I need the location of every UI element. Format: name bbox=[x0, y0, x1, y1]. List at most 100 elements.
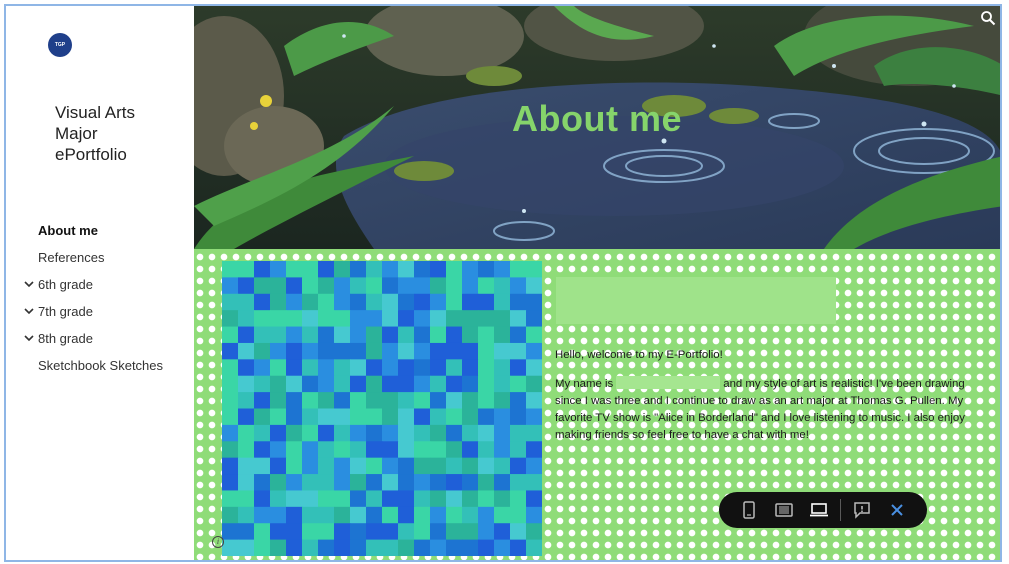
mosaic-tile bbox=[254, 375, 271, 393]
mosaic-tile bbox=[318, 457, 335, 475]
mosaic-tile bbox=[254, 408, 271, 426]
mosaic-tile bbox=[302, 441, 319, 459]
mosaic-tile bbox=[318, 310, 335, 328]
sidebar: TGP Visual Arts Major ePortfolio About m… bbox=[6, 6, 194, 560]
mosaic-tile bbox=[222, 326, 239, 344]
desktop-view-icon[interactable] bbox=[801, 496, 836, 524]
mosaic-tile bbox=[334, 261, 351, 278]
tablet-view-icon[interactable] bbox=[766, 496, 801, 524]
mosaic-tile bbox=[510, 408, 527, 426]
mosaic-tile bbox=[462, 375, 479, 393]
site-logo[interactable]: TGP bbox=[48, 33, 72, 57]
nav-item-label: References bbox=[38, 250, 105, 265]
mosaic-tile bbox=[446, 408, 463, 426]
mosaic-tile bbox=[526, 310, 542, 328]
mosaic-tile bbox=[382, 310, 399, 328]
nav-item-about-me[interactable]: About me bbox=[24, 217, 163, 244]
mosaic-tile bbox=[222, 392, 239, 409]
mosaic-tile bbox=[366, 375, 383, 393]
mosaic-tile bbox=[510, 490, 527, 508]
site-title-line: Major bbox=[55, 124, 98, 143]
mosaic-tile bbox=[430, 539, 447, 556]
mosaic-tile bbox=[366, 342, 383, 360]
nav-item-8th-grade[interactable]: 8th grade bbox=[24, 325, 163, 352]
mosaic-tile bbox=[270, 359, 287, 377]
mosaic-tile bbox=[334, 277, 351, 295]
mosaic-tile bbox=[510, 506, 527, 524]
mosaic-tile bbox=[510, 293, 527, 311]
mosaic-tile bbox=[270, 408, 287, 426]
mosaic-tile bbox=[222, 261, 239, 278]
mosaic-tile bbox=[526, 277, 542, 295]
mosaic-tile bbox=[318, 375, 335, 393]
mosaic-tile bbox=[478, 539, 495, 556]
mosaic-tile bbox=[510, 359, 527, 377]
chevron-down-icon[interactable] bbox=[24, 306, 38, 318]
mosaic-tile bbox=[254, 342, 271, 360]
mosaic-tile bbox=[270, 293, 287, 311]
info-icon[interactable]: i bbox=[212, 536, 224, 548]
mosaic-tile bbox=[478, 342, 495, 360]
mosaic-tile bbox=[398, 310, 415, 328]
mosaic-tile bbox=[366, 424, 383, 442]
mosaic-tile bbox=[494, 310, 511, 328]
mosaic-tile bbox=[494, 457, 511, 475]
mosaic-tile bbox=[478, 490, 495, 508]
feedback-icon[interactable] bbox=[845, 496, 880, 524]
mosaic-tile bbox=[302, 392, 319, 409]
search-icon[interactable] bbox=[980, 10, 996, 26]
mosaic-tile bbox=[254, 457, 271, 475]
nav-item-references[interactable]: References bbox=[24, 244, 163, 271]
mosaic-tile bbox=[222, 310, 239, 328]
mosaic-tile bbox=[302, 408, 319, 426]
mosaic-tile bbox=[510, 441, 527, 459]
mosaic-tile bbox=[238, 457, 255, 475]
mosaic-tile bbox=[446, 457, 463, 475]
mosaic-tile bbox=[494, 277, 511, 295]
mosaic-tile bbox=[222, 539, 239, 556]
mosaic-tile bbox=[366, 359, 383, 377]
mosaic-tile bbox=[382, 293, 399, 311]
mosaic-tile bbox=[446, 310, 463, 328]
close-icon[interactable] bbox=[880, 496, 915, 524]
mosaic-tile bbox=[398, 490, 415, 508]
mosaic-tile bbox=[366, 474, 383, 491]
mosaic-tile bbox=[414, 424, 431, 442]
mosaic-tile bbox=[526, 474, 542, 491]
mosaic-tile bbox=[334, 392, 351, 409]
mosaic-tile bbox=[334, 424, 351, 442]
mosaic-tile bbox=[366, 277, 383, 295]
mosaic-tile bbox=[526, 523, 542, 541]
mosaic-tile bbox=[446, 342, 463, 360]
mosaic-tile bbox=[510, 261, 527, 278]
mosaic-tile bbox=[270, 506, 287, 524]
mosaic-tile bbox=[270, 424, 287, 442]
nav-item-sketchbook-sketches[interactable]: Sketchbook Sketches bbox=[24, 352, 163, 379]
chevron-down-icon[interactable] bbox=[24, 333, 38, 345]
mobile-view-icon[interactable] bbox=[731, 496, 766, 524]
mosaic-tile bbox=[430, 441, 447, 459]
mosaic-tile bbox=[414, 375, 431, 393]
nav-item-label: About me bbox=[38, 223, 98, 238]
mosaic-tile bbox=[430, 261, 447, 278]
mosaic-tile bbox=[318, 277, 335, 295]
mosaic-tile bbox=[446, 392, 463, 409]
mosaic-tile bbox=[414, 392, 431, 409]
mosaic-tile bbox=[414, 261, 431, 278]
nav-item-7th-grade[interactable]: 7th grade bbox=[24, 298, 163, 325]
site-title[interactable]: Visual Arts Major ePortfolio bbox=[55, 102, 185, 165]
mosaic-tile bbox=[286, 457, 303, 475]
mosaic-tile bbox=[270, 539, 287, 556]
mosaic-tile bbox=[494, 375, 511, 393]
chevron-down-icon[interactable] bbox=[24, 279, 38, 291]
mosaic-tile bbox=[430, 375, 447, 393]
mosaic-tile bbox=[494, 523, 511, 541]
mosaic-tile bbox=[318, 506, 335, 524]
nav-item-6th-grade[interactable]: 6th grade bbox=[24, 271, 163, 298]
mosaic-tile bbox=[222, 424, 239, 442]
mosaic-tile bbox=[446, 293, 463, 311]
mosaic-tile bbox=[510, 457, 527, 475]
mosaic-tile bbox=[430, 310, 447, 328]
profile-image bbox=[222, 261, 542, 556]
mosaic-tile bbox=[366, 408, 383, 426]
